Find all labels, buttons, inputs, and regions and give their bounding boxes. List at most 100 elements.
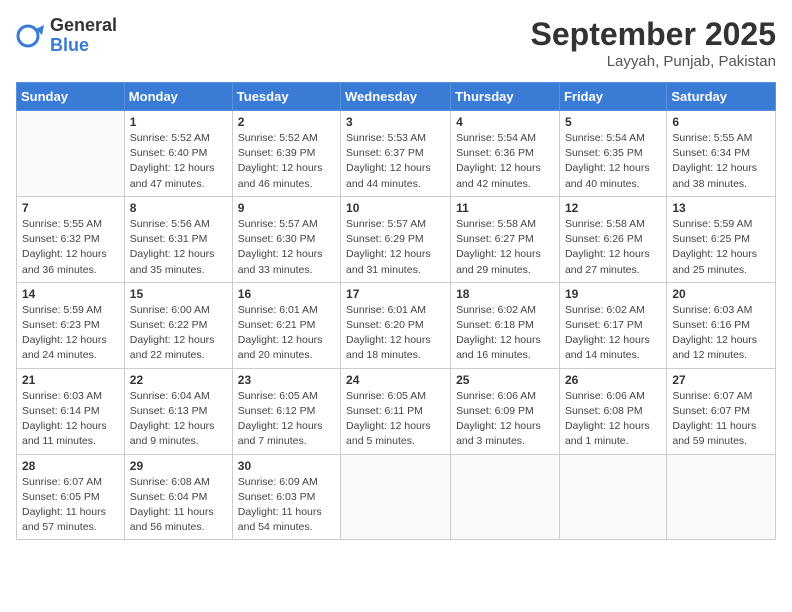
day-number: 25: [456, 373, 554, 387]
logo-blue-text: Blue: [50, 36, 117, 56]
cell-info-line: Sunrise: 6:05 AM: [238, 390, 318, 402]
cell-info: Sunrise: 6:06 AMSunset: 6:08 PMDaylight:…: [565, 389, 661, 450]
cell-info-line: Sunrise: 5:56 AM: [130, 218, 210, 230]
day-header-thursday: Thursday: [451, 83, 560, 111]
cell-info-line: Sunrise: 6:07 AM: [672, 390, 752, 402]
day-number: 4: [456, 115, 554, 129]
cell-info-line: Sunset: 6:12 PM: [238, 405, 316, 417]
calendar-cell: 22Sunrise: 6:04 AMSunset: 6:13 PMDayligh…: [124, 368, 232, 454]
day-number: 16: [238, 287, 335, 301]
cell-info-line: and 44 minutes.: [346, 178, 421, 190]
cell-info-line: Sunset: 6:17 PM: [565, 319, 643, 331]
cell-info-line: Daylight: 11 hours: [22, 506, 106, 518]
cell-info: Sunrise: 6:04 AMSunset: 6:13 PMDaylight:…: [130, 389, 227, 450]
cell-info: Sunrise: 5:56 AMSunset: 6:31 PMDaylight:…: [130, 217, 227, 278]
day-number: 5: [565, 115, 661, 129]
day-number: 1: [130, 115, 227, 129]
cell-info-line: Sunrise: 5:52 AM: [238, 132, 318, 144]
day-number: 3: [346, 115, 445, 129]
day-number: 18: [456, 287, 554, 301]
day-number: 24: [346, 373, 445, 387]
cell-info-line: Daylight: 12 hours: [22, 248, 107, 260]
calendar-cell: [667, 454, 776, 540]
calendar-week-row: 28Sunrise: 6:07 AMSunset: 6:05 PMDayligh…: [17, 454, 776, 540]
calendar-cell: [341, 454, 451, 540]
logo-general-text: General: [50, 16, 117, 36]
cell-info-line: Sunrise: 5:55 AM: [672, 132, 752, 144]
calendar-cell: 14Sunrise: 5:59 AMSunset: 6:23 PMDayligh…: [17, 282, 125, 368]
cell-info-line: Sunrise: 6:03 AM: [22, 390, 102, 402]
cell-info-line: and 14 minutes.: [565, 349, 640, 361]
title-block: September 2025 Layyah, Punjab, Pakistan: [531, 16, 776, 70]
cell-info-line: and 20 minutes.: [238, 349, 313, 361]
cell-info-line: Sunrise: 6:02 AM: [456, 304, 536, 316]
cell-info-line: and 59 minutes.: [672, 435, 747, 447]
cell-info-line: Sunrise: 6:01 AM: [238, 304, 318, 316]
cell-info-line: Sunset: 6:16 PM: [672, 319, 750, 331]
cell-info-line: Sunrise: 6:08 AM: [130, 476, 210, 488]
cell-info-line: Daylight: 12 hours: [456, 248, 541, 260]
cell-info-line: Sunrise: 5:52 AM: [130, 132, 210, 144]
cell-info-line: and 11 minutes.: [22, 435, 96, 447]
cell-info-line: Sunset: 6:32 PM: [22, 233, 100, 245]
cell-info-line: Daylight: 12 hours: [346, 162, 431, 174]
cell-info-line: Sunset: 6:29 PM: [346, 233, 424, 245]
cell-info-line: Daylight: 12 hours: [22, 334, 107, 346]
day-number: 15: [130, 287, 227, 301]
day-number: 12: [565, 201, 661, 215]
cell-info-line: and 29 minutes.: [456, 264, 531, 276]
calendar-week-row: 14Sunrise: 5:59 AMSunset: 6:23 PMDayligh…: [17, 282, 776, 368]
cell-info-line: and 12 minutes.: [672, 349, 747, 361]
cell-info-line: Sunset: 6:08 PM: [565, 405, 643, 417]
cell-info-line: Daylight: 11 hours: [130, 506, 214, 518]
calendar-cell: [451, 454, 560, 540]
cell-info-line: Sunset: 6:04 PM: [130, 491, 208, 503]
cell-info: Sunrise: 6:07 AMSunset: 6:07 PMDaylight:…: [672, 389, 770, 450]
cell-info-line: Sunset: 6:31 PM: [130, 233, 208, 245]
cell-info: Sunrise: 6:05 AMSunset: 6:11 PMDaylight:…: [346, 389, 445, 450]
cell-info-line: Daylight: 12 hours: [565, 248, 650, 260]
calendar-cell: [559, 454, 666, 540]
cell-info-line: Daylight: 12 hours: [22, 420, 107, 432]
location: Layyah, Punjab, Pakistan: [531, 53, 776, 70]
cell-info-line: Daylight: 12 hours: [456, 420, 541, 432]
cell-info-line: and 47 minutes.: [130, 178, 205, 190]
cell-info-line: Sunrise: 5:53 AM: [346, 132, 426, 144]
cell-info-line: Sunset: 6:05 PM: [22, 491, 100, 503]
cell-info-line: and 24 minutes.: [22, 349, 97, 361]
calendar-cell: 7Sunrise: 5:55 AMSunset: 6:32 PMDaylight…: [17, 196, 125, 282]
cell-info-line: and 40 minutes.: [565, 178, 640, 190]
cell-info-line: and 31 minutes.: [346, 264, 421, 276]
day-number: 20: [672, 287, 770, 301]
cell-info-line: Sunset: 6:11 PM: [346, 405, 423, 417]
cell-info-line: Sunrise: 5:54 AM: [456, 132, 536, 144]
cell-info-line: Daylight: 12 hours: [346, 248, 431, 260]
day-number: 10: [346, 201, 445, 215]
cell-info: Sunrise: 5:58 AMSunset: 6:26 PMDaylight:…: [565, 217, 661, 278]
cell-info-line: Sunset: 6:03 PM: [238, 491, 316, 503]
cell-info-line: Daylight: 11 hours: [672, 420, 756, 432]
cell-info: Sunrise: 6:01 AMSunset: 6:20 PMDaylight:…: [346, 303, 445, 364]
cell-info-line: Sunrise: 6:09 AM: [238, 476, 318, 488]
day-number: 23: [238, 373, 335, 387]
cell-info-line: and 36 minutes.: [22, 264, 97, 276]
day-number: 17: [346, 287, 445, 301]
cell-info-line: Sunrise: 6:06 AM: [456, 390, 536, 402]
day-number: 29: [130, 459, 227, 473]
cell-info-line: and 56 minutes.: [130, 521, 205, 533]
cell-info-line: and 5 minutes.: [346, 435, 415, 447]
cell-info-line: and 33 minutes.: [238, 264, 313, 276]
cell-info-line: Sunset: 6:09 PM: [456, 405, 534, 417]
cell-info-line: and 54 minutes.: [238, 521, 313, 533]
calendar-week-row: 1Sunrise: 5:52 AMSunset: 6:40 PMDaylight…: [17, 111, 776, 197]
calendar-cell: 16Sunrise: 6:01 AMSunset: 6:21 PMDayligh…: [232, 282, 340, 368]
day-number: 7: [22, 201, 119, 215]
calendar-cell: 13Sunrise: 5:59 AMSunset: 6:25 PMDayligh…: [667, 196, 776, 282]
cell-info-line: Sunrise: 5:58 AM: [565, 218, 645, 230]
cell-info-line: Sunrise: 5:54 AM: [565, 132, 645, 144]
day-number: 2: [238, 115, 335, 129]
cell-info: Sunrise: 5:55 AMSunset: 6:34 PMDaylight:…: [672, 131, 770, 192]
day-number: 8: [130, 201, 227, 215]
cell-info-line: Sunrise: 6:07 AM: [22, 476, 102, 488]
calendar-cell: 28Sunrise: 6:07 AMSunset: 6:05 PMDayligh…: [17, 454, 125, 540]
